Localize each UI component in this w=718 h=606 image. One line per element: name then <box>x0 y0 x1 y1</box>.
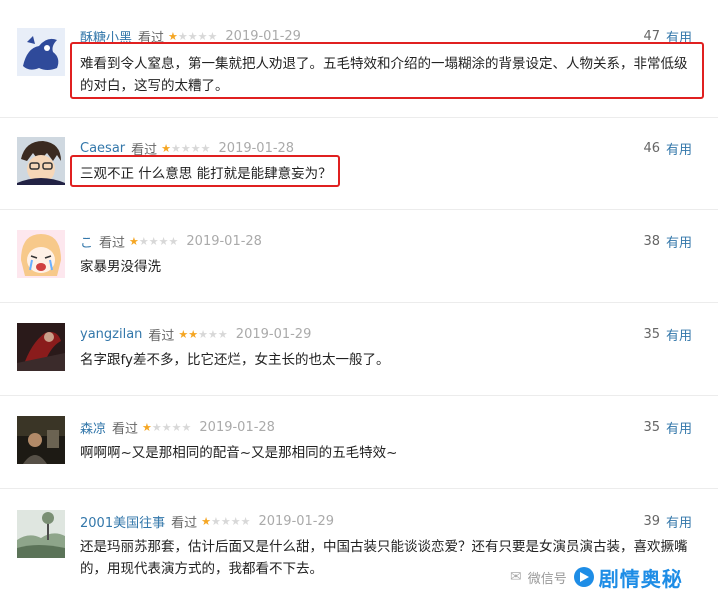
review-date: 2019-01-29 <box>235 326 312 342</box>
watched-status: 看过 <box>112 421 139 437</box>
review-item: こ 看过 ★ ★ ★ ★ ★ 2019-01-28 38 有用 家暴男没得洗 <box>0 210 718 303</box>
user-avatar[interactable] <box>17 28 65 76</box>
star-empty-icon: ★ <box>198 327 209 341</box>
star-empty-icon: ★ <box>187 29 198 43</box>
star-filled-icon: ★ <box>168 29 178 43</box>
rating-stars: ★ ★ ★ ★ ★ <box>142 422 191 433</box>
review-item: 森凉 看过 ★ ★ ★ ★ ★ 2019-01-28 35 有用 啊啊啊~又是那相同的配… <box>0 396 718 489</box>
user-avatar[interactable] <box>17 510 65 558</box>
username-link[interactable]: Caesar <box>80 141 125 156</box>
user-avatar[interactable] <box>17 230 65 278</box>
anime-crying-girl-avatar-icon <box>17 230 65 278</box>
star-filled-icon: ★ <box>188 327 199 341</box>
review-text: 家暴男没得洗 <box>80 259 161 275</box>
star-empty-icon: ★ <box>171 420 182 434</box>
watermark-small-text: 微信号 <box>527 571 567 587</box>
star-empty-icon: ★ <box>217 327 228 341</box>
review-date: 2019-01-29 <box>258 513 335 529</box>
star-empty-icon: ★ <box>190 141 201 155</box>
star-empty-icon: ★ <box>158 234 169 248</box>
star-empty-icon: ★ <box>161 420 172 434</box>
star-empty-icon: ★ <box>220 514 231 528</box>
review-text: 名字跟fy差不多，比它还烂，女主长的也太一般了。 <box>80 352 390 368</box>
username-link[interactable]: 森凉 <box>80 418 106 437</box>
movie-still-avatar-icon <box>17 416 65 464</box>
watched-status: 看过 <box>99 235 126 251</box>
star-empty-icon: ★ <box>168 234 179 248</box>
useful-vote-button[interactable]: 有用 <box>666 418 692 437</box>
useful-vote-button[interactable]: 有用 <box>666 232 692 251</box>
vote-count: 35 <box>643 419 660 435</box>
review-date: 2019-01-28 <box>199 419 275 435</box>
username-link[interactable]: yangzilan <box>80 327 142 342</box>
star-empty-icon: ★ <box>151 420 162 434</box>
useful-vote-button[interactable]: 有用 <box>666 139 692 158</box>
review-date: 2019-01-28 <box>218 140 295 156</box>
dark-red-figure-avatar-icon <box>17 323 65 371</box>
star-empty-icon: ★ <box>207 29 218 43</box>
highlight-box <box>70 42 704 99</box>
useful-vote-button[interactable]: 有用 <box>666 325 692 344</box>
star-empty-icon: ★ <box>230 514 241 528</box>
vote-count: 46 <box>643 140 660 156</box>
star-empty-icon: ★ <box>197 29 208 43</box>
username-link[interactable]: こ <box>80 232 93 251</box>
watched-status: 看过 <box>171 515 198 531</box>
star-filled-icon: ★ <box>201 514 211 528</box>
star-empty-icon: ★ <box>171 141 181 155</box>
star-filled-icon: ★ <box>129 234 139 248</box>
review-date: 2019-01-28 <box>186 233 262 249</box>
watched-status: 看过 <box>148 328 175 344</box>
user-avatar[interactable] <box>17 323 65 371</box>
user-avatar[interactable] <box>17 137 65 185</box>
rating-stars: ★ ★ ★ ★ ★ <box>178 329 227 340</box>
rating-stars: ★ ★ ★ ★ ★ <box>168 31 217 42</box>
username-link[interactable]: 2001美国往事 <box>80 512 165 531</box>
watermark: ✉ 微信号 剧情奥秘 <box>510 560 683 594</box>
star-empty-icon: ★ <box>177 29 188 43</box>
vote-count: 39 <box>643 513 660 529</box>
wechat-icon: ✉ <box>510 569 522 585</box>
blue-cartoon-creature-avatar-icon <box>17 28 65 76</box>
star-filled-icon: ★ <box>142 420 152 434</box>
rating-stars: ★ ★ ★ ★ ★ <box>129 236 178 247</box>
brand-logo-icon <box>573 567 594 587</box>
vote-count: 38 <box>643 233 660 249</box>
star-empty-icon: ★ <box>210 514 221 528</box>
anime-boy-avatar-icon <box>17 137 65 185</box>
user-avatar[interactable] <box>17 416 65 464</box>
star-filled-icon: ★ <box>161 141 172 155</box>
star-empty-icon: ★ <box>208 327 218 341</box>
star-empty-icon: ★ <box>240 514 251 528</box>
highlight-box <box>70 155 340 187</box>
star-filled-icon: ★ <box>178 327 189 341</box>
useful-vote-button[interactable]: 有用 <box>666 512 692 531</box>
rating-stars: ★ ★ ★ ★ ★ <box>201 516 250 527</box>
watermark-brand-text: 剧情奥秘 <box>598 566 683 591</box>
star-empty-icon: ★ <box>148 234 159 248</box>
star-empty-icon: ★ <box>180 141 191 155</box>
review-text: 啊啊啊~又是那相同的配音~又是那相同的五毛特效~ <box>80 445 398 461</box>
review-item: yangzilan 看过 ★ ★ ★ ★ ★ 2019-01-29 35 有用 名字跟f… <box>0 303 718 396</box>
rating-stars: ★ ★ ★ ★ ★ <box>161 143 210 154</box>
star-empty-icon: ★ <box>138 234 149 248</box>
vote-count: 35 <box>643 326 660 342</box>
landscape-photo-avatar-icon <box>17 510 65 558</box>
star-empty-icon: ★ <box>200 141 211 155</box>
star-empty-icon: ★ <box>181 420 192 434</box>
